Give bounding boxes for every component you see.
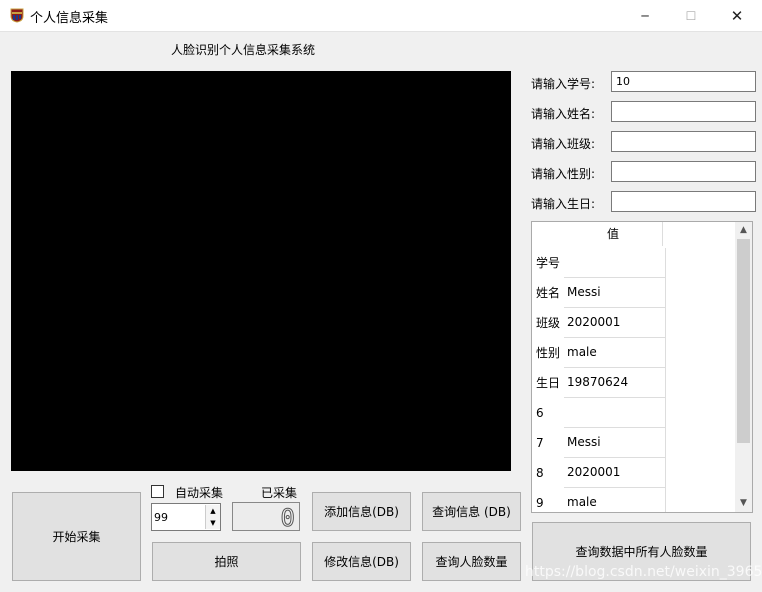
table-cell[interactable]: 19870624	[564, 368, 666, 398]
captured-count-value: 0	[280, 504, 295, 533]
title-bar: 个人信息采集 ─ ☐ ✕	[0, 0, 762, 32]
table-cell[interactable]: 2020001	[564, 308, 666, 338]
start-capture-button[interactable]: 开始采集	[12, 492, 141, 581]
scroll-thumb[interactable]	[737, 239, 750, 443]
table-row[interactable]: 8 2020001	[532, 458, 732, 488]
table-row[interactable]: 性别 male	[532, 338, 732, 368]
captured-label: 已采集	[261, 486, 298, 500]
maximize-icon: ☐	[685, 8, 697, 23]
name-field[interactable]	[611, 101, 756, 122]
student-id-label: 请输入学号:	[531, 77, 596, 91]
spin-up-icon[interactable]: ▲	[205, 505, 220, 517]
name-label: 请输入姓名:	[531, 107, 596, 121]
table-scrollbar[interactable]: ▲ ▼	[735, 222, 752, 512]
scroll-down-icon[interactable]: ▼	[735, 495, 752, 512]
row-header: 姓名	[532, 278, 568, 308]
table-cell[interactable]	[564, 248, 666, 278]
window-title: 个人信息采集	[30, 11, 109, 26]
class-field[interactable]	[611, 131, 756, 152]
table-row[interactable]: 姓名 Messi	[532, 278, 732, 308]
spinbox-value: 99	[154, 511, 168, 524]
auto-capture-checkbox[interactable]	[151, 485, 164, 498]
gender-field[interactable]	[611, 161, 756, 182]
auto-capture-label: 自动采集	[175, 486, 224, 500]
row-header: 8	[532, 458, 568, 488]
row-header: 学号	[532, 248, 568, 278]
query-info-button[interactable]: 查询信息 (DB)	[422, 492, 521, 531]
maximize-button[interactable]: ☐	[668, 0, 714, 31]
row-header: 6	[532, 398, 568, 428]
row-header: 班级	[532, 308, 568, 338]
watermark: https://blog.csdn.net/weixin_39653948	[525, 564, 762, 580]
class-label: 请输入班级:	[531, 137, 596, 151]
close-icon: ✕	[730, 6, 744, 25]
table-row[interactable]: 6	[532, 398, 732, 428]
app-crest-icon	[10, 8, 24, 23]
row-header: 9	[532, 488, 568, 512]
table-cell[interactable]: 2020001	[564, 458, 666, 488]
column-header: 值	[564, 222, 663, 246]
query-face-count-button[interactable]: 查询人脸数量	[422, 542, 521, 581]
modify-info-button[interactable]: 修改信息(DB)	[312, 542, 411, 581]
close-button[interactable]: ✕	[714, 0, 760, 31]
table-cell[interactable]: Messi	[564, 278, 666, 308]
student-id-field[interactable]: 10	[611, 71, 756, 92]
birthday-field[interactable]	[611, 191, 756, 212]
page-title: 人脸识别个人信息采集系统	[171, 43, 316, 57]
minimize-icon: ─	[641, 8, 649, 23]
row-header: 7	[532, 428, 568, 458]
minimize-button[interactable]: ─	[622, 0, 668, 31]
info-table[interactable]: 值 学号 姓名 Messi 班级 2020001 性别 male 生日 1987…	[531, 221, 753, 513]
table-cell[interactable]	[564, 398, 666, 428]
take-photo-button[interactable]: 拍照	[152, 542, 301, 581]
table-row[interactable]: 学号	[532, 248, 732, 278]
scroll-up-icon[interactable]: ▲	[735, 222, 752, 239]
gender-label: 请输入性别:	[531, 167, 596, 181]
table-row[interactable]: 班级 2020001	[532, 308, 732, 338]
add-info-button[interactable]: 添加信息(DB)	[312, 492, 411, 531]
spin-down-icon[interactable]: ▼	[205, 517, 220, 529]
table-row[interactable]: 生日 19870624	[532, 368, 732, 398]
table-row[interactable]: 7 Messi	[532, 428, 732, 458]
row-header: 性别	[532, 338, 568, 368]
birthday-label: 请输入生日:	[531, 197, 596, 211]
table-cell[interactable]: Messi	[564, 428, 666, 458]
table-cell[interactable]: male	[564, 338, 666, 368]
capture-count-spinbox[interactable]: 99 ▲ ▼	[151, 503, 221, 531]
table-row[interactable]: 9 male	[532, 488, 732, 512]
table-cell[interactable]: male	[564, 488, 666, 512]
captured-count-display: 0	[232, 502, 300, 533]
row-header: 生日	[532, 368, 568, 398]
camera-preview	[11, 71, 511, 471]
